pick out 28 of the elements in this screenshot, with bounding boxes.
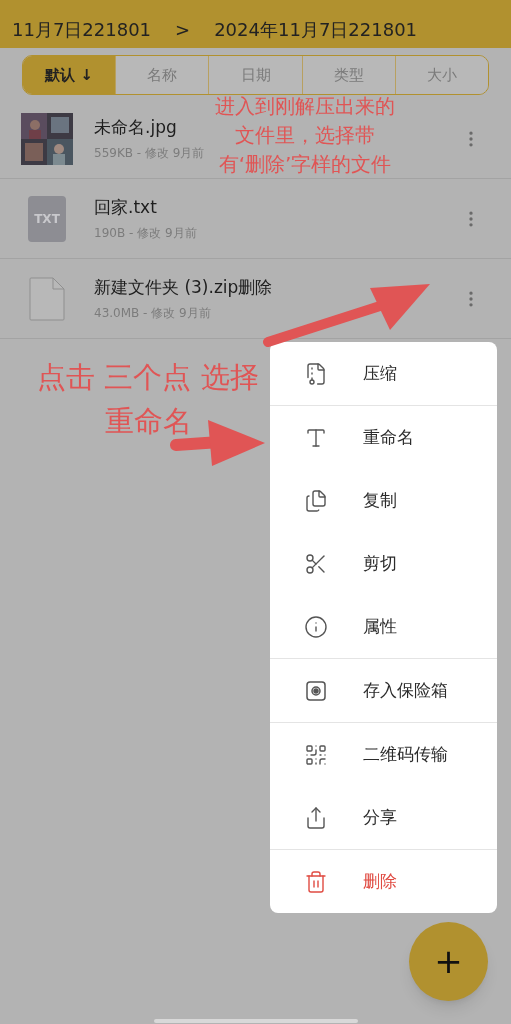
copy-icon	[304, 488, 328, 513]
file-name[interactable]: 回家.txt	[94, 195, 157, 221]
qr-code-icon	[304, 742, 328, 767]
breadcrumb-item[interactable]: 2024年11月7日221801	[214, 16, 418, 43]
annotation-text: 点击 三个点 选择重命名	[36, 359, 260, 440]
file-name[interactable]: 新建文件夹 (3).zip删除	[94, 275, 273, 301]
info-icon	[304, 614, 328, 639]
menu-item[interactable]: 重命名	[270, 406, 497, 469]
menu-item[interactable]: 压缩	[270, 342, 497, 405]
file-icon	[29, 276, 65, 321]
menu-item[interactable]: 分享	[270, 786, 497, 849]
annotation-text: 进入到刚解压出来的文件里，选择带有‘删除’字样的文件	[214, 93, 396, 178]
breadcrumb-separator: >	[175, 18, 191, 42]
safe-icon	[304, 678, 328, 703]
menu-item[interactable]: 复制	[270, 469, 497, 532]
menu-item[interactable]: 剪切	[270, 532, 497, 595]
txt-file-icon: TXT	[28, 195, 66, 242]
add-button[interactable]: +	[409, 922, 488, 1001]
sort-tab[interactable]: 默认 ↓	[23, 56, 116, 94]
menu-item[interactable]: 存入保险箱	[270, 659, 497, 722]
breadcrumb-item[interactable]: 11月7日221801	[12, 16, 152, 43]
archive-icon	[304, 361, 328, 386]
file-name[interactable]: 未命名.jpg	[94, 115, 177, 141]
menu-item[interactable]: 属性	[270, 595, 497, 658]
share-icon	[304, 805, 328, 830]
trash-icon	[304, 869, 328, 894]
menu-item[interactable]: 二维码传输	[270, 723, 497, 786]
menu-item[interactable]: 删除	[270, 850, 497, 913]
